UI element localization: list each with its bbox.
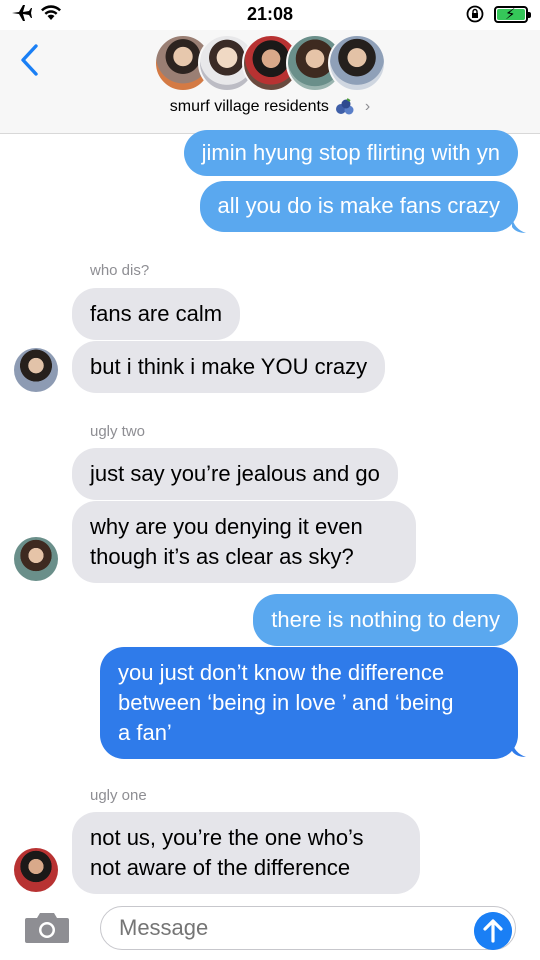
- avatar[interactable]: [14, 848, 58, 892]
- charging-bolt-icon: ⚡: [505, 5, 516, 23]
- camera-icon[interactable]: [24, 910, 70, 944]
- back-chevron-icon[interactable]: [18, 42, 42, 78]
- bubble-tail: [512, 741, 526, 757]
- avatar[interactable]: [14, 537, 58, 581]
- message-bubble-outgoing[interactable]: there is nothing to deny: [253, 594, 518, 646]
- message-bubble-incoming[interactable]: just say you’re jealous and go: [72, 448, 398, 500]
- sender-name: ugly one: [90, 787, 147, 804]
- message-bubble-incoming[interactable]: not us, you’re the one who’s not aware o…: [72, 812, 420, 894]
- message-text-line: you just don’t know the difference: [118, 660, 445, 685]
- message-text-line: though it’s as clear as sky?: [90, 544, 354, 569]
- sender-name: ugly two: [90, 423, 146, 440]
- message-text-line: why are you denying it even: [90, 514, 363, 539]
- sender-name: who dis?: [90, 262, 150, 279]
- message-bubble-incoming[interactable]: why are you denying it even though it’s …: [72, 501, 416, 583]
- chevron-right-icon: ›: [364, 98, 371, 116]
- avatar[interactable]: [14, 348, 58, 392]
- composer-bar: [0, 896, 540, 960]
- blueberries-icon: [335, 98, 354, 115]
- conversation-header: smurf village residents ›: [0, 30, 540, 134]
- message-input[interactable]: [100, 906, 516, 950]
- message-bubble-outgoing[interactable]: you just don’t know the difference betwe…: [100, 647, 518, 759]
- avatar: [328, 34, 386, 92]
- message-text: but i think i make YOU crazy: [90, 354, 368, 379]
- orientation-lock-icon: [466, 5, 484, 23]
- message-text: just say you’re jealous and go: [90, 461, 380, 486]
- group-name: smurf village residents: [169, 98, 329, 116]
- message-text-line: not us, you’re the one who’s: [90, 825, 364, 850]
- message-text: fans are calm: [90, 301, 223, 326]
- message-bubble-incoming[interactable]: fans are calm: [72, 288, 241, 340]
- message-text: jimin hyung stop flirting with yn: [201, 140, 500, 165]
- battery-icon: ⚡: [494, 5, 531, 23]
- message-text: there is nothing to deny: [271, 607, 500, 632]
- message-text-line: between ‘being in love ’ and ‘being: [118, 690, 454, 715]
- message-text: all you do is make fans crazy: [217, 193, 500, 218]
- status-time: 21:08: [246, 4, 294, 24]
- bubble-tail: [512, 217, 526, 233]
- message-text-line: not aware of the difference: [90, 855, 351, 880]
- message-bubble-outgoing[interactable]: all you do is make fans crazy: [199, 181, 518, 232]
- group-avatars[interactable]: [154, 34, 386, 94]
- message-bubble-incoming[interactable]: but i think i make YOU crazy: [72, 341, 386, 393]
- send-button[interactable]: [474, 912, 512, 950]
- message-bubble-outgoing[interactable]: jimin hyung stop flirting with yn: [183, 130, 518, 176]
- message-text-line: a fan’: [118, 720, 172, 745]
- status-bar: 21:08 ⚡: [0, 0, 540, 30]
- group-name-row[interactable]: smurf village residents ›: [0, 98, 540, 116]
